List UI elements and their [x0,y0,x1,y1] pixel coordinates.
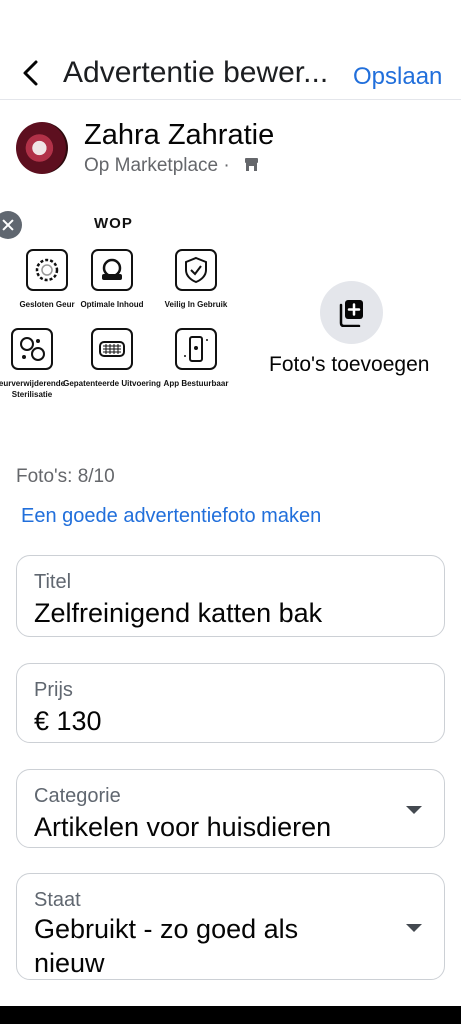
dropdown-arrow-icon [406,806,422,814]
feature-item: eurverwijderende Sterilisatie [0,328,72,403]
category-dropdown[interactable]: Categorie Artikelen voor huisdieren [16,769,445,848]
close-icon[interactable] [0,211,22,239]
photo-tip-link[interactable]: Een goede advertentiefoto maken [21,503,321,529]
marketplace-label: Op Marketplace · [84,155,230,176]
add-photos-label[interactable]: Foto's toevoegen [269,351,429,379]
dropdown-arrow-icon [406,924,422,932]
brand-logo: WOP [94,215,133,232]
save-button[interactable]: Opslaan [353,62,442,92]
odor-seal-icon [35,258,59,282]
shop-icon [245,158,258,171]
category-label: Categorie [34,785,121,807]
shield-check-icon [185,256,207,284]
photo-count: Foto's: 8/10 [16,466,115,487]
condition-label: Staat [34,889,81,911]
feature-label: App Bestuurbaar [163,379,229,388]
feature-item: App Bestuurbaar [156,328,236,403]
condition-value-line2: nieuw [34,948,105,978]
title-label: Titel [34,571,72,593]
avatar[interactable] [16,122,68,174]
price-field[interactable]: Prijs € 130 [16,663,445,743]
add-photo-icon [339,300,363,327]
top-bar: Advertentie bewer... Opslaan [0,0,461,100]
chevron-left-icon[interactable] [16,58,46,88]
title-field[interactable]: Titel Zelfreinigend katten bak [16,555,445,637]
seller-profile: Zahra Zahratie Op Marketplace · [16,119,446,181]
sterilization-icon [20,337,45,361]
feature-label: Veilig In Gebruik [164,300,228,309]
price-label: Prijs [34,679,73,701]
bin-capacity-icon [102,258,122,280]
seller-name: Zahra Zahratie [84,119,275,151]
price-input[interactable]: € 130 [34,704,102,738]
feature-item: Gepatenteerde Uitvoering [63,328,161,403]
feature-item: Veilig In Gebruik [156,249,236,324]
patent-mesh-icon [99,341,125,357]
condition-dropdown[interactable]: Staat Gebruikt - zo goed als nieuw [16,873,445,980]
page-title: Advertentie bewer... [63,56,329,89]
category-value: Artikelen voor huisdieren [34,812,332,842]
system-navigation-bar [0,1006,461,1024]
title-input[interactable]: Zelfreinigend katten bak [34,596,322,630]
feature-item: Optimale Inhoud [72,249,152,324]
phone-app-icon [184,336,208,362]
add-photos-button[interactable] [320,281,383,344]
condition-value-line1: Gebruikt - zo goed als [34,914,299,944]
